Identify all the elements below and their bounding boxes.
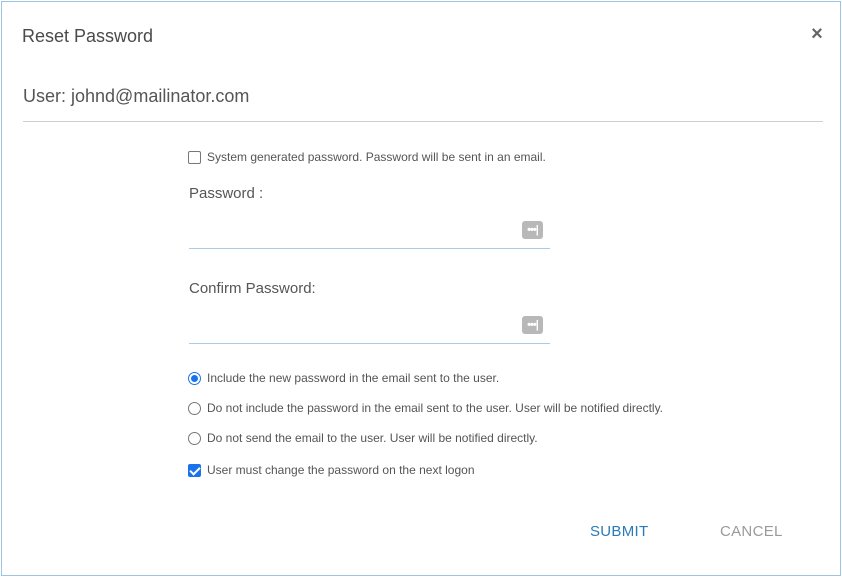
radio-no-email[interactable] — [188, 431, 201, 445]
radio-include-password[interactable] — [188, 371, 201, 385]
confirm-password-label: Confirm Password: — [189, 280, 316, 297]
radio-include-password-label: Include the new password in the email se… — [207, 371, 500, 385]
radio-option-include-password[interactable]: Include the new password in the email se… — [188, 371, 499, 385]
submit-button[interactable]: SUBMIT — [590, 523, 648, 540]
password-label: Password : — [189, 185, 264, 202]
user-email-label: User: johnd@mailinator.com — [23, 86, 250, 106]
dialog-title: Reset Password — [22, 26, 154, 46]
system-generated-option[interactable]: System generated password. Password will… — [188, 150, 546, 164]
confirm-password-input[interactable] — [189, 314, 509, 342]
cancel-button[interactable]: CANCEL — [720, 523, 783, 540]
radio-exclude-password[interactable] — [188, 401, 201, 415]
radio-exclude-password-label: Do not include the password in the email… — [207, 401, 664, 415]
password-dots-icon[interactable]: •••| — [522, 316, 543, 334]
must-change-option[interactable]: User must change the password on the nex… — [188, 463, 475, 477]
system-generated-checkbox[interactable] — [188, 150, 201, 164]
confirm-password-field-wrapper: •••| — [189, 314, 550, 344]
must-change-label: User must change the password on the nex… — [207, 463, 475, 477]
password-input[interactable] — [189, 219, 509, 247]
close-icon[interactable]: × — [805, 22, 829, 46]
radio-option-exclude-password[interactable]: Do not include the password in the email… — [188, 401, 663, 415]
reset-password-dialog: Reset Password × User: johnd@mailinator.… — [1, 1, 841, 576]
divider — [23, 121, 823, 122]
radio-option-no-email[interactable]: Do not send the email to the user. User … — [188, 431, 538, 445]
password-dots-icon[interactable]: •••| — [522, 221, 543, 239]
password-field-wrapper: •••| — [189, 219, 550, 249]
system-generated-label: System generated password. Password will… — [207, 150, 546, 164]
must-change-checkbox[interactable] — [188, 463, 201, 477]
radio-no-email-label: Do not send the email to the user. User … — [207, 431, 538, 445]
